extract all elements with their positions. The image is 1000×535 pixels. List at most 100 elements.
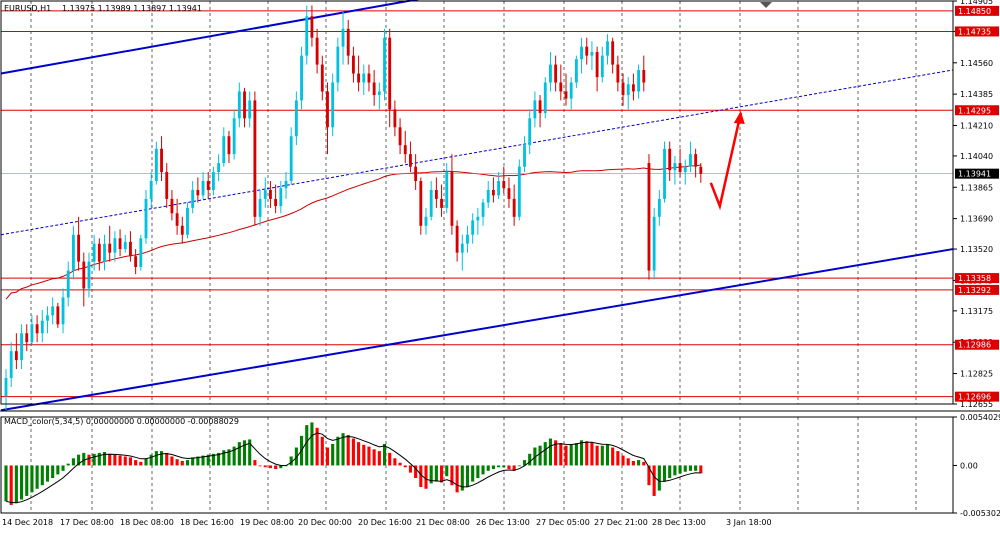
candle-body[interactable] bbox=[4, 378, 8, 396]
candle-body[interactable] bbox=[71, 234, 75, 271]
candle-body[interactable] bbox=[471, 220, 475, 235]
candle-body[interactable] bbox=[642, 69, 646, 83]
candle-body[interactable] bbox=[393, 109, 397, 128]
candle-body[interactable] bbox=[108, 243, 112, 253]
candle-body[interactable] bbox=[497, 181, 501, 196]
price-chart[interactable]: 14 Dec 2018 17 Dec 08:00 18 Dec 08:00 18 De… bbox=[0, 0, 1000, 535]
candle-body[interactable] bbox=[585, 46, 589, 56]
candle-body[interactable] bbox=[689, 154, 692, 167]
candle-body[interactable] bbox=[139, 238, 143, 267]
candle-body[interactable] bbox=[362, 73, 366, 83]
candle-body[interactable] bbox=[103, 243, 106, 262]
candle-body[interactable] bbox=[217, 163, 221, 173]
candle-body[interactable] bbox=[445, 172, 449, 208]
candle-body[interactable] bbox=[383, 37, 386, 92]
candle-body[interactable] bbox=[372, 82, 376, 96]
channel-lower-line[interactable] bbox=[0, 248, 954, 412]
candle-body[interactable] bbox=[160, 148, 163, 173]
candle-body[interactable] bbox=[357, 73, 361, 83]
channel-mid-line[interactable] bbox=[0, 69, 954, 236]
candle-body[interactable] bbox=[549, 64, 552, 83]
candle-body[interactable] bbox=[476, 216, 480, 221]
candle-body[interactable] bbox=[294, 100, 298, 137]
candle-body[interactable] bbox=[512, 198, 516, 217]
candle-body[interactable] bbox=[631, 84, 635, 92]
forecast-arrow[interactable] bbox=[709, 112, 743, 211]
candle-body[interactable] bbox=[243, 91, 246, 119]
candle-body[interactable] bbox=[528, 118, 532, 146]
candle-body[interactable] bbox=[35, 324, 39, 334]
candle-body[interactable] bbox=[186, 207, 189, 235]
candle-body[interactable] bbox=[414, 166, 418, 182]
candle-body[interactable] bbox=[600, 55, 604, 78]
candle-body[interactable] bbox=[30, 324, 34, 343]
candle-body[interactable] bbox=[580, 46, 583, 60]
candle-body[interactable] bbox=[559, 82, 563, 92]
candle-body[interactable] bbox=[191, 189, 195, 208]
candle-body[interactable] bbox=[289, 136, 293, 182]
chart-shift-icon[interactable] bbox=[760, 2, 772, 8]
candle-body[interactable] bbox=[20, 333, 23, 361]
candle-body[interactable] bbox=[113, 238, 117, 253]
candle-body[interactable] bbox=[455, 225, 459, 253]
candle-body[interactable] bbox=[154, 148, 158, 182]
candle-body[interactable] bbox=[56, 306, 60, 325]
candle-body[interactable] bbox=[429, 189, 433, 217]
candle-body[interactable] bbox=[377, 91, 381, 96]
candle-body[interactable] bbox=[663, 148, 666, 199]
candle-body[interactable] bbox=[564, 91, 568, 99]
candle-body[interactable] bbox=[232, 118, 236, 155]
candle-body[interactable] bbox=[569, 82, 573, 99]
candle-body[interactable] bbox=[668, 148, 672, 171]
candle-body[interactable] bbox=[419, 181, 423, 226]
candle-body[interactable] bbox=[237, 91, 241, 119]
candle-body[interactable] bbox=[66, 270, 70, 298]
candle-body[interactable] bbox=[227, 136, 231, 155]
candle-body[interactable] bbox=[336, 46, 340, 83]
candle-body[interactable] bbox=[269, 189, 272, 199]
candle-body[interactable] bbox=[367, 73, 371, 83]
candle-body[interactable] bbox=[683, 166, 687, 173]
candle-body[interactable] bbox=[466, 234, 469, 244]
candle-body[interactable] bbox=[699, 166, 703, 174]
candle-body[interactable] bbox=[77, 234, 81, 262]
candle-body[interactable] bbox=[300, 55, 303, 101]
candle-body[interactable] bbox=[626, 84, 630, 96]
candle-body[interactable] bbox=[305, 16, 309, 56]
candle-body[interactable] bbox=[222, 136, 226, 164]
candle-body[interactable] bbox=[595, 52, 599, 78]
candle-body[interactable] bbox=[647, 163, 651, 271]
candle-body[interactable] bbox=[196, 189, 200, 196]
candle-body[interactable] bbox=[61, 297, 65, 325]
candle-body[interactable] bbox=[315, 37, 319, 65]
candle-body[interactable] bbox=[554, 64, 558, 83]
candle-body[interactable] bbox=[403, 145, 407, 155]
candle-body[interactable] bbox=[606, 41, 609, 56]
candle-body[interactable] bbox=[87, 261, 91, 289]
candle-body[interactable] bbox=[123, 241, 127, 250]
candle-body[interactable] bbox=[144, 198, 148, 239]
candle-body[interactable] bbox=[284, 181, 288, 189]
candle-body[interactable] bbox=[201, 181, 205, 196]
candle-body[interactable] bbox=[92, 243, 96, 262]
candle-body[interactable] bbox=[211, 172, 215, 190]
candle-body[interactable] bbox=[320, 64, 324, 92]
candle-body[interactable] bbox=[507, 188, 511, 199]
candle-body[interactable] bbox=[694, 154, 698, 167]
candle-body[interactable] bbox=[543, 82, 547, 113]
candle-body[interactable] bbox=[118, 238, 122, 250]
candle-body[interactable] bbox=[481, 202, 485, 217]
candle-body[interactable] bbox=[40, 320, 44, 334]
candle-body[interactable] bbox=[170, 198, 174, 214]
candle-body[interactable] bbox=[398, 127, 402, 146]
candle-body[interactable] bbox=[258, 198, 262, 217]
candle-body[interactable] bbox=[424, 216, 428, 226]
candle-body[interactable] bbox=[341, 28, 345, 47]
candle-body[interactable] bbox=[129, 241, 132, 257]
candle-body[interactable] bbox=[491, 189, 495, 196]
candle-body[interactable] bbox=[523, 145, 526, 167]
candle-body[interactable] bbox=[388, 37, 392, 110]
candle-body[interactable] bbox=[46, 315, 49, 321]
candle-body[interactable] bbox=[434, 189, 438, 199]
candle-body[interactable] bbox=[611, 41, 615, 65]
